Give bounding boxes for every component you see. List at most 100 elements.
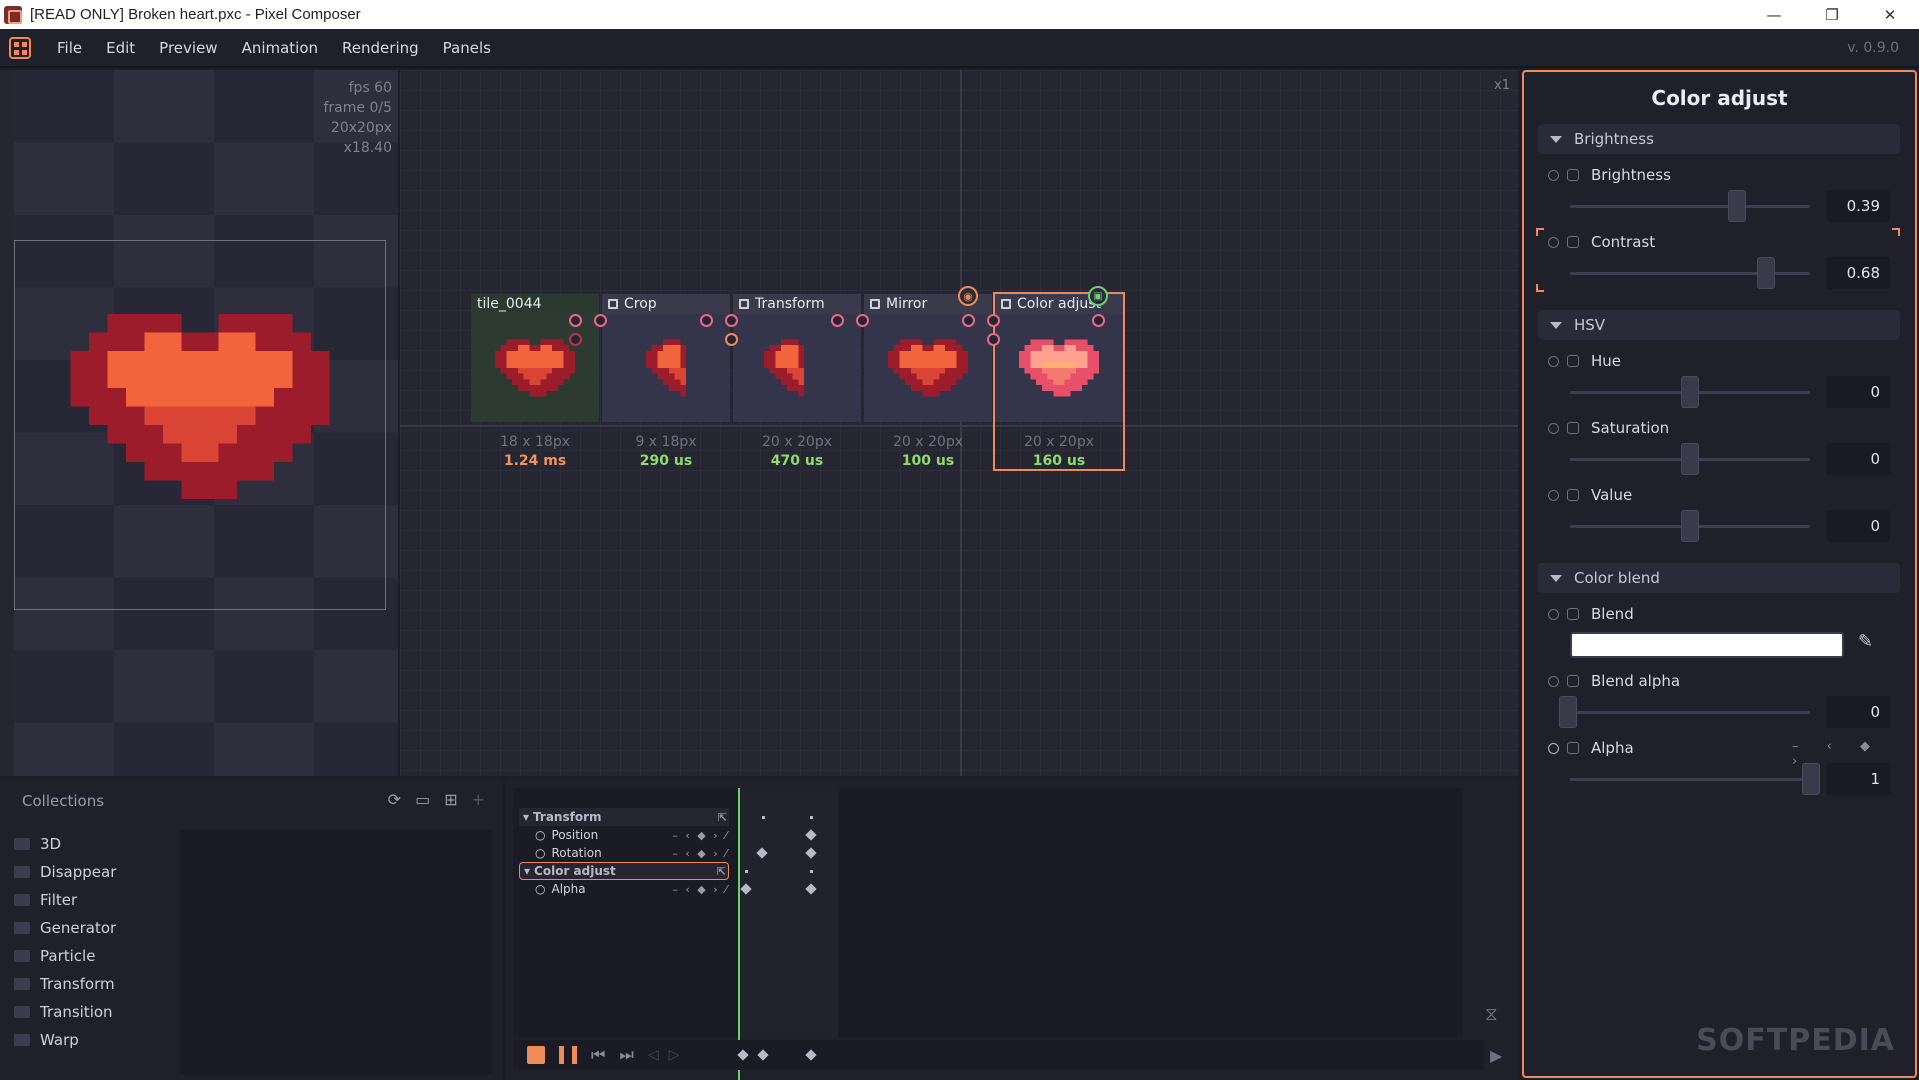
link-icon[interactable] [1567,608,1579,620]
output-port[interactable] [569,314,582,327]
prev-frame-icon[interactable]: ◁ [648,1047,659,1063]
alpha-slider-handle[interactable] [1802,763,1820,795]
close-button[interactable]: ✕ [1861,0,1919,29]
node-graph-panel[interactable]: x1 tile_0044 18 x 18px 1.24 ms Crop 9 x … [400,70,1518,776]
saturation-input[interactable]: 0 [1826,443,1890,475]
keyframe[interactable] [805,1049,817,1061]
skip-end-icon[interactable]: ⏭ [619,1045,633,1065]
timeline-group-transform[interactable]: ▾ Transform ⇱ [519,808,729,826]
timeline-group-color-adjust[interactable]: ▾ Color adjust ⇱ [519,862,729,880]
maximize-button[interactable]: ❐ [1803,0,1861,29]
next-frame-icon[interactable]: ▷ [669,1047,680,1063]
expand-icon[interactable]: ⇱ [717,865,728,878]
blend-alpha-slider-handle[interactable] [1559,696,1577,728]
output-port[interactable] [1092,314,1105,327]
value-slider-handle[interactable] [1681,510,1699,542]
menu-panels[interactable]: Panels [431,39,503,57]
minimize-button[interactable]: — [1745,0,1803,29]
render-output-icon[interactable]: ▣ [1088,286,1108,306]
pixel-composer-logo-icon[interactable] [9,36,31,59]
menu-file[interactable]: File [45,39,94,57]
contrast-input[interactable]: 0.68 [1826,257,1890,289]
collection-item-generator[interactable]: Generator [14,914,116,942]
add-icon[interactable]: + [472,790,485,809]
preview-eye-icon[interactable]: ◉ [958,286,978,306]
menu-preview[interactable]: Preview [147,39,229,57]
keyframe-toggle-icon[interactable] [1548,236,1559,248]
eyedropper-icon[interactable]: ✎ [1858,631,1873,652]
timeline-tracks[interactable]: ▾ Transform ⇱ ○ Position – ‹ ◆ › ⁄ ○ Rotation… [513,788,1463,1080]
link-icon[interactable] [1567,422,1579,434]
keyframe-toggle-icon[interactable]: ○ [535,846,545,860]
saturation-slider-handle[interactable] [1681,443,1699,475]
value-input[interactable]: 0 [1826,510,1890,542]
blend-alpha-slider[interactable] [1570,711,1810,714]
section-color-blend[interactable]: Color blend [1538,563,1900,593]
brightness-slider[interactable] [1570,205,1810,208]
skip-start-icon[interactable]: ⏮ [591,1045,605,1065]
keyframe-toggle-icon[interactable] [1548,489,1559,501]
output-port[interactable] [569,333,582,346]
keyframe-toggle-icon[interactable] [1548,608,1559,620]
input-port[interactable] [725,314,738,327]
collection-item-warp[interactable]: Warp [14,1026,116,1054]
keyframe-toggle-icon[interactable]: ○ [535,882,545,896]
hue-slider-handle[interactable] [1681,376,1699,408]
hue-input[interactable]: 0 [1826,376,1890,408]
collection-item-transition[interactable]: Transition [14,998,116,1026]
output-port[interactable] [962,314,975,327]
section-brightness[interactable]: Brightness [1538,124,1900,154]
collection-item-transform[interactable]: Transform [14,970,116,998]
keyframe-controls[interactable]: – ‹ ◆ › ⁄ [672,847,729,860]
timeline-settings-icon[interactable]: ⧖ [1485,1004,1498,1025]
link-icon[interactable] [1567,675,1579,687]
menu-rendering[interactable]: Rendering [330,39,431,57]
brightness-slider-handle[interactable] [1728,190,1746,222]
keyframe-controls[interactable]: – ‹ ◆ › ⁄ [672,829,729,842]
folder-icon[interactable]: ▭ [415,790,430,809]
contrast-slider-handle[interactable] [1757,257,1775,289]
timeline-row-alpha[interactable]: ○ Alpha – ‹ ◆ › ⁄ [519,880,729,898]
pause-button[interactable] [559,1046,577,1064]
preview-panel[interactable]: fps 60 frame 0/5 20x20px x18.40 [0,70,398,776]
refresh-icon[interactable]: ⟳ [388,790,401,809]
add-folder-icon[interactable]: ⊞ [444,790,457,809]
link-icon[interactable] [1567,169,1579,181]
input-port[interactable] [987,314,1000,327]
blend-color-swatch[interactable] [1570,632,1844,658]
menu-edit[interactable]: Edit [94,39,147,57]
keyframe-controls[interactable]: – ‹ ◆ › ⁄ [672,883,729,896]
collection-item-particle[interactable]: Particle [14,942,116,970]
blend-alpha-input[interactable]: 0 [1826,696,1890,728]
collection-item-3d[interactable]: 3D [14,830,116,858]
menu-animation[interactable]: Animation [230,39,330,57]
keyframe-toggle-icon[interactable] [1548,742,1559,754]
keyframe[interactable] [737,1049,749,1061]
output-port[interactable] [831,314,844,327]
keyframe-toggle-icon[interactable] [1548,169,1559,181]
collection-content-area[interactable] [180,830,492,1075]
collection-item-filter[interactable]: Filter [14,886,116,914]
link-icon[interactable] [1567,236,1579,248]
link-icon[interactable] [1567,355,1579,367]
play-settings-icon[interactable]: ▶ [1490,1046,1502,1065]
keyframe-toggle-icon[interactable]: ○ [535,828,545,842]
input-port[interactable] [856,314,869,327]
alpha-input[interactable]: 1 [1826,763,1890,795]
timeline-row-rotation[interactable]: ○ Rotation – ‹ ◆ › ⁄ [519,844,729,862]
keyframe-toggle-icon[interactable] [1548,675,1559,687]
timeline-row-position[interactable]: ○ Position – ‹ ◆ › ⁄ [519,826,729,844]
brightness-input[interactable]: 0.39 [1826,190,1890,222]
output-port[interactable] [700,314,713,327]
stop-button[interactable] [527,1046,545,1064]
collection-item-disappear[interactable]: Disappear [14,858,116,886]
link-icon[interactable] [1567,742,1579,754]
input-port[interactable] [594,314,607,327]
expand-icon[interactable]: ⇱ [718,811,729,824]
alpha-slider[interactable] [1570,778,1810,781]
input-port[interactable] [725,333,738,346]
keyframe[interactable] [757,1049,769,1061]
link-icon[interactable] [1567,489,1579,501]
keyframe-toggle-icon[interactable] [1548,422,1559,434]
input-port[interactable] [987,333,1000,346]
